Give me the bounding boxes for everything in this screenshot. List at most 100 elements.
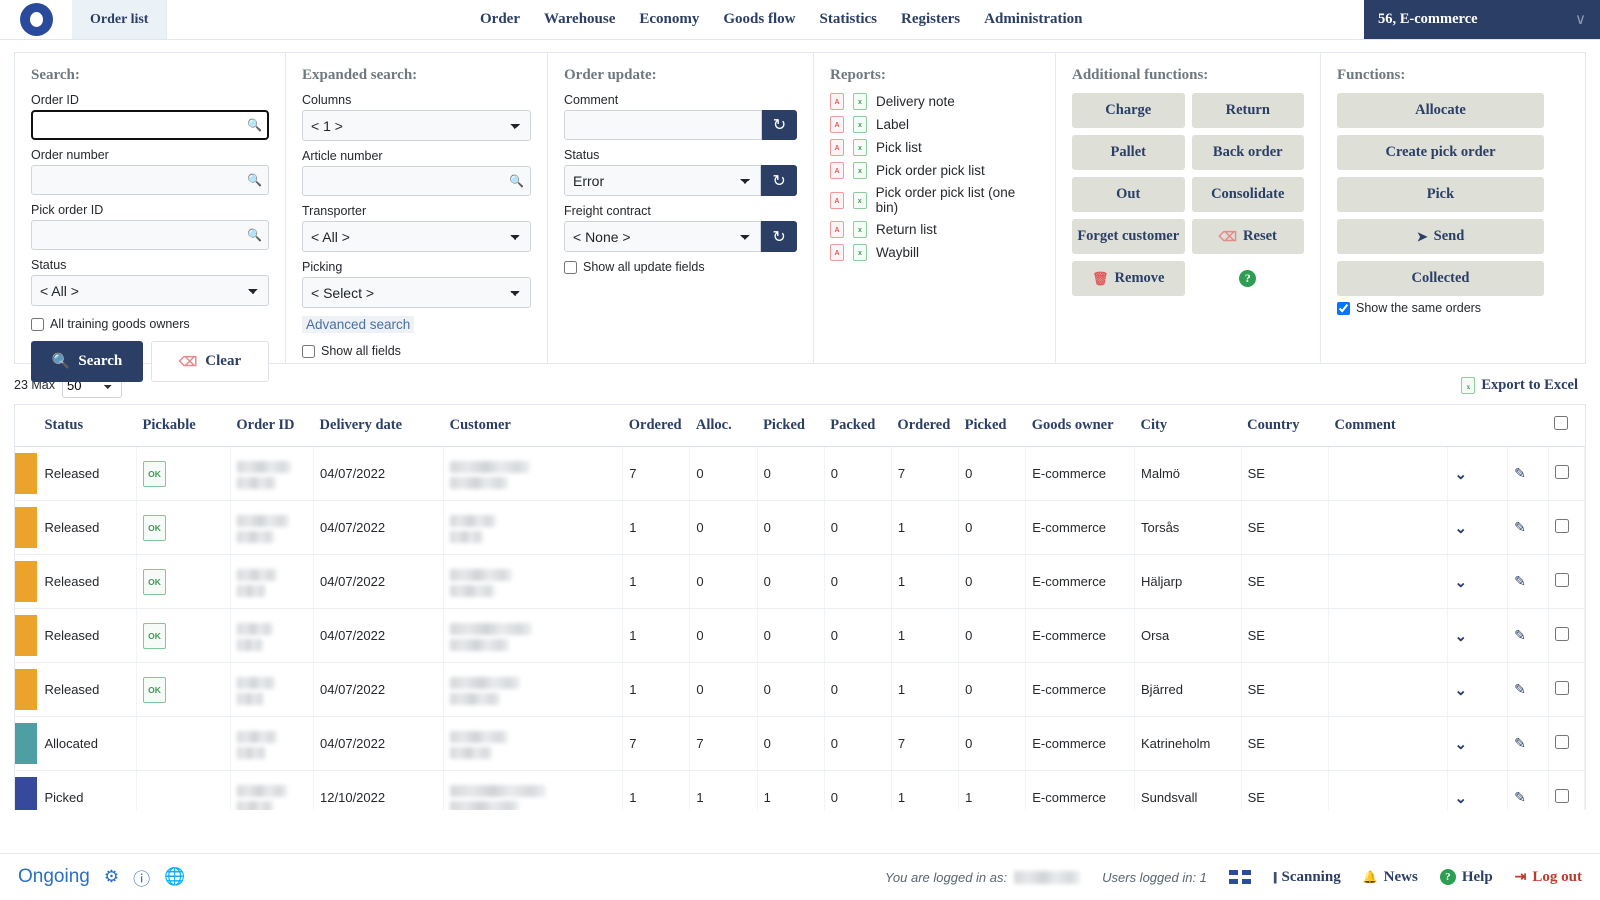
cell-edit[interactable]: ✎ (1508, 609, 1549, 663)
nav-item-statistics[interactable]: Statistics (819, 11, 877, 28)
pencil-edit-icon[interactable]: ✎ (1514, 627, 1526, 643)
forget-customer-button[interactable]: Forget customer (1072, 219, 1185, 254)
row-select-checkbox[interactable] (1555, 465, 1569, 479)
cell-select[interactable] (1548, 663, 1584, 717)
all-training-goods-owners-row[interactable]: All training goods owners (31, 317, 269, 331)
cell-select[interactable] (1548, 609, 1584, 663)
th-country[interactable]: Country (1241, 405, 1328, 447)
row-select-checkbox[interactable] (1555, 627, 1569, 641)
excel-icon[interactable]: x (853, 192, 867, 209)
article-number-input[interactable] (302, 166, 531, 196)
pencil-edit-icon[interactable]: ✎ (1514, 681, 1526, 697)
nav-item-order[interactable]: Order (480, 11, 520, 28)
logo-container[interactable] (0, 0, 72, 39)
chevron-down-icon[interactable]: ⌄ (1454, 574, 1467, 591)
help-button[interactable]: ? (1192, 261, 1305, 296)
table-row[interactable]: Allocated04/07/2022770070E-commerceKatri… (15, 717, 1585, 771)
table-row[interactable]: ReleasedOK04/07/2022700070E-commerceMalm… (15, 447, 1585, 501)
show-all-update-fields-row[interactable]: Show all update fields (564, 260, 797, 274)
remove-button[interactable]: 🗑 Remove (1072, 261, 1185, 296)
th-picked[interactable]: Picked (757, 405, 824, 447)
cell-edit[interactable]: ✎ (1508, 447, 1549, 501)
info-icon[interactable]: ⓘ (133, 865, 150, 890)
excel-icon[interactable]: x (853, 221, 867, 238)
brand-label[interactable]: Ongoing (18, 866, 90, 888)
th-packed[interactable]: Packed (824, 405, 891, 447)
cell-select[interactable] (1548, 447, 1584, 501)
consolidate-button[interactable]: Consolidate (1192, 177, 1305, 212)
order-id-input[interactable] (31, 110, 269, 140)
pdf-icon[interactable]: A (830, 221, 844, 238)
update-status-select[interactable]: Error (564, 165, 761, 196)
status-filter-select[interactable]: < All > (31, 275, 269, 306)
chevron-down-icon[interactable]: ⌄ (1454, 628, 1467, 645)
chevron-down-icon[interactable]: ⌄ (1454, 520, 1467, 537)
pencil-edit-icon[interactable]: ✎ (1514, 573, 1526, 589)
th-comment[interactable]: Comment (1329, 405, 1448, 447)
cell-expand[interactable]: ⌄ (1448, 447, 1508, 501)
freight-contract-select[interactable]: < None > (564, 221, 761, 252)
show-same-orders-row[interactable]: Show the same orders (1337, 301, 1544, 315)
comment-refresh-button[interactable]: ↻ (762, 110, 797, 140)
globe-icon[interactable]: 🌐 (164, 867, 185, 887)
th-picked-2[interactable]: Picked (959, 405, 1026, 447)
news-link[interactable]: 🔔 News (1363, 869, 1418, 886)
columns-select[interactable]: < 1 > (302, 110, 531, 141)
cell-select[interactable] (1548, 555, 1584, 609)
cell-expand[interactable]: ⌄ (1448, 771, 1508, 810)
th-customer[interactable]: Customer (444, 405, 623, 447)
cell-expand[interactable]: ⌄ (1448, 501, 1508, 555)
pdf-icon[interactable]: A (830, 116, 844, 133)
pdf-icon[interactable]: A (830, 162, 844, 179)
gear-icon[interactable]: ⚙ (104, 867, 119, 887)
row-select-checkbox[interactable] (1555, 789, 1569, 803)
pick-order-id-input[interactable] (31, 220, 269, 250)
cell-edit[interactable]: ✎ (1508, 717, 1549, 771)
pencil-edit-icon[interactable]: ✎ (1514, 519, 1526, 535)
cell-edit[interactable]: ✎ (1508, 501, 1549, 555)
th-ordered-2[interactable]: Ordered (891, 405, 958, 447)
show-all-fields-row[interactable]: Show all fields (302, 344, 531, 358)
cell-select[interactable] (1548, 717, 1584, 771)
chevron-down-icon[interactable]: ⌄ (1454, 790, 1467, 807)
advanced-search-link[interactable]: Advanced search (302, 316, 414, 333)
cell-expand[interactable]: ⌄ (1448, 717, 1508, 771)
back-order-button[interactable]: Back order (1192, 135, 1305, 170)
all-training-goods-owners-checkbox[interactable] (31, 318, 44, 331)
nav-item-registers[interactable]: Registers (901, 11, 960, 28)
cell-select[interactable] (1548, 501, 1584, 555)
client-selector[interactable]: 56, E-commerce ∨ (1364, 0, 1600, 39)
charge-button[interactable]: Charge (1072, 93, 1185, 128)
reset-button[interactable]: ⌫ Reset (1192, 219, 1305, 254)
excel-icon[interactable]: x (853, 93, 867, 110)
row-select-checkbox[interactable] (1555, 681, 1569, 695)
pdf-icon[interactable]: A (830, 192, 844, 209)
send-button[interactable]: ➤ Send (1337, 219, 1544, 254)
excel-icon[interactable]: x (853, 162, 867, 179)
table-row[interactable]: ReleasedOK04/07/2022100010E-commerceBjär… (15, 663, 1585, 717)
report-label-pick-list[interactable]: Pick list (876, 140, 922, 155)
help-link[interactable]: ? Help (1440, 869, 1493, 886)
th-alloc[interactable]: Alloc. (690, 405, 757, 447)
status-refresh-button[interactable]: ↻ (761, 165, 797, 196)
th-pickable[interactable]: Pickable (137, 405, 231, 447)
transporter-select[interactable]: < All > (302, 221, 531, 252)
th-city[interactable]: City (1135, 405, 1242, 447)
language-flag-icon[interactable] (1229, 870, 1251, 884)
th-order-id[interactable]: Order ID (230, 405, 313, 447)
export-to-excel-button[interactable]: x Export to Excel (1453, 374, 1586, 397)
nav-item-goods-flow[interactable]: Goods flow (723, 11, 795, 28)
collected-button[interactable]: Collected (1337, 261, 1544, 296)
report-label-pick-order-pick-list[interactable]: Pick order pick list (876, 163, 985, 178)
table-row[interactable]: ReleasedOK04/07/2022100010E-commerceHälj… (15, 555, 1585, 609)
chevron-down-icon[interactable]: ⌄ (1454, 736, 1467, 753)
report-label-return-list[interactable]: Return list (876, 222, 937, 237)
allocate-button[interactable]: Allocate (1337, 93, 1544, 128)
pallet-button[interactable]: Pallet (1072, 135, 1185, 170)
cell-edit[interactable]: ✎ (1508, 663, 1549, 717)
create-pick-order-button[interactable]: Create pick order (1337, 135, 1544, 170)
select-all-checkbox[interactable] (1554, 416, 1568, 430)
excel-icon[interactable]: x (853, 116, 867, 133)
cell-edit[interactable]: ✎ (1508, 555, 1549, 609)
pencil-edit-icon[interactable]: ✎ (1514, 465, 1526, 481)
